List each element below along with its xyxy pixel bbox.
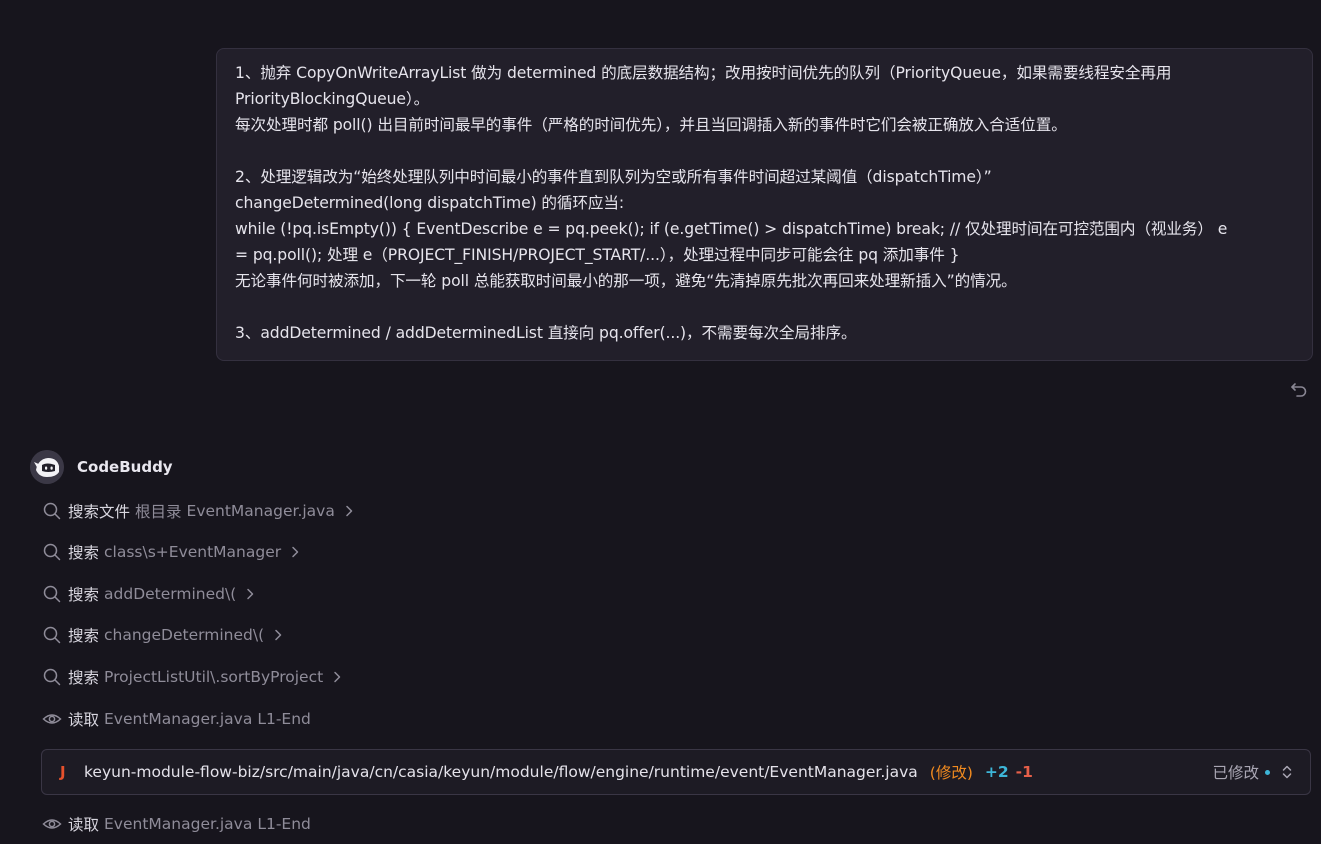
tool-call-arg: L1-End	[257, 815, 311, 833]
chevron-right-icon	[331, 670, 343, 684]
tool-call-search[interactable]: 搜索 ProjectListUtil\.sortByProject	[42, 664, 343, 690]
search-icon	[42, 625, 62, 645]
search-icon	[42, 501, 62, 521]
tool-call-arg: L1-End	[257, 710, 311, 728]
undo-icon	[1291, 383, 1307, 397]
file-change-card[interactable]: J keyun-module-flow-biz/src/main/java/cn…	[41, 749, 1311, 795]
user-message-line	[235, 294, 1294, 320]
tool-call-verb: 搜索	[68, 586, 100, 604]
tool-call-verb: 搜索	[68, 669, 100, 687]
java-file-icon: J	[60, 763, 66, 781]
user-message-line: 1、抛弃 CopyOnWriteArrayList 做为 determined …	[235, 64, 1172, 82]
search-icon	[42, 542, 62, 562]
tool-call-search-file[interactable]: 搜索文件 根目录 EventManager.java	[42, 498, 355, 524]
eye-icon	[42, 709, 62, 729]
tool-call-read-file[interactable]: 读取 EventManager.java L1-End	[42, 706, 311, 732]
tool-call-arg: addDetermined\(	[104, 585, 237, 603]
tool-call-verb: 搜索	[68, 627, 100, 645]
search-icon	[42, 584, 62, 604]
user-message-line: 2、处理逻辑改为“始终处理队列中时间最小的事件直到队列为空或所有事件时间超过某阈…	[235, 168, 992, 186]
tool-call-search[interactable]: 搜索 changeDetermined\(	[42, 622, 284, 648]
user-message-line: = pq.poll(); 处理 e（PROJECT_FINISH/PROJECT…	[235, 246, 960, 264]
assistant-header: CodeBuddy	[30, 450, 173, 484]
deletions-count: -1	[1015, 763, 1033, 781]
user-message-line: 每次处理时都 poll() 出目前时间最早的事件（严格的时间优先），并且当回调插…	[235, 116, 1067, 134]
file-path[interactable]: keyun-module-flow-biz/src/main/java/cn/c…	[84, 763, 918, 781]
user-message-line: 无论事件何时被添加，下一轮 poll 总能获取时间最小的那一项，避免“先清掉原先…	[235, 272, 1017, 290]
assistant-name: CodeBuddy	[77, 458, 173, 476]
expand-toggle-icon[interactable]	[1280, 763, 1294, 781]
tool-call-arg: 根目录	[135, 503, 182, 521]
tool-call-verb: 读取	[68, 816, 100, 834]
user-message-line	[235, 138, 1294, 164]
tool-call-verb: 搜索	[68, 544, 100, 562]
undo-button[interactable]	[1288, 378, 1310, 400]
tool-call-verb: 搜索文件	[68, 503, 131, 521]
tool-call-search[interactable]: 搜索 addDetermined\(	[42, 581, 256, 607]
modified-dot-icon	[1265, 769, 1270, 775]
tool-call-search[interactable]: 搜索 class\s+EventManager	[42, 539, 301, 565]
chevron-right-icon	[289, 545, 301, 559]
tool-call-read-file[interactable]: 读取 EventManager.java L1-End	[42, 811, 311, 837]
tool-call-verb: 读取	[68, 711, 100, 729]
tool-call-arg: ProjectListUtil\.sortByProject	[104, 668, 324, 686]
user-message-line: while (!pq.isEmpty()) { EventDescribe e …	[235, 220, 1228, 238]
tool-call-arg: EventManager.java	[104, 815, 253, 833]
user-message-line: 3、addDetermined / addDeterminedList 直接向 …	[235, 324, 857, 342]
tool-call-arg: EventManager.java	[186, 502, 335, 520]
chevron-right-icon	[272, 628, 284, 642]
codebuddy-logo-icon	[30, 450, 64, 484]
additions-count: +2	[984, 763, 1009, 781]
user-message-line: changeDetermined(long dispatchTime) 的循环应…	[235, 194, 625, 212]
user-message-bubble: 1、抛弃 CopyOnWriteArrayList 做为 determined …	[216, 48, 1313, 361]
tool-call-arg: changeDetermined\(	[104, 626, 265, 644]
tool-call-arg: class\s+EventManager	[104, 543, 282, 561]
file-status: (修改)	[929, 764, 973, 782]
search-icon	[42, 667, 62, 687]
eye-icon	[42, 814, 62, 834]
tool-call-arg: EventManager.java	[104, 710, 253, 728]
chevron-right-icon	[244, 587, 256, 601]
avatar	[30, 450, 64, 484]
chevron-right-icon	[343, 504, 355, 518]
user-message-line: PriorityBlockingQueue）。	[235, 90, 430, 108]
modified-status-label: 已修改	[1212, 764, 1259, 782]
